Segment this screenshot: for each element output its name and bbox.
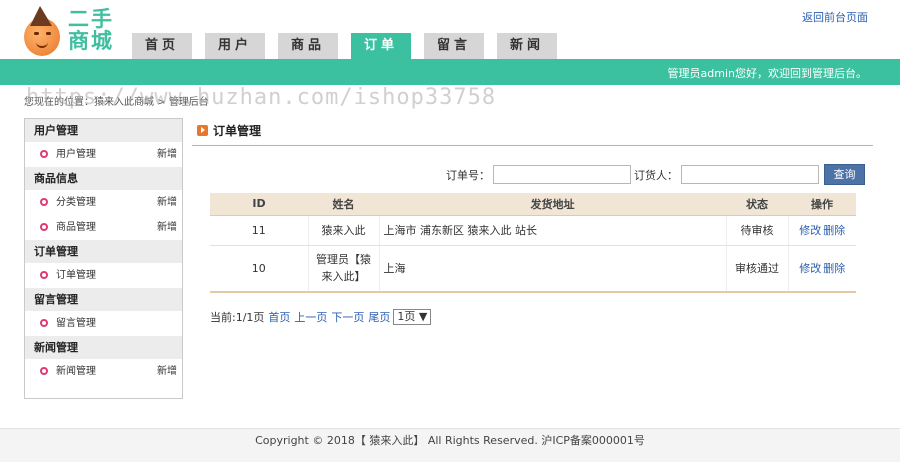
tab-messages[interactable]: 留言	[424, 33, 484, 59]
search-form: 订单号： 订货人： 查询	[446, 164, 865, 185]
bullet-icon	[40, 150, 48, 158]
sidebar-group-title: 用户管理	[25, 119, 182, 142]
logo[interactable]: 二手 商城	[22, 4, 132, 60]
sidebar-item-message-management[interactable]: 留言管理	[25, 311, 182, 336]
page-info: 当前:1/1页	[210, 311, 265, 324]
order-no-input[interactable]	[493, 165, 631, 184]
sidebar-group-users: 用户管理 用户管理 新增	[25, 119, 182, 167]
order-no-label: 订单号：	[446, 168, 490, 182]
bullet-icon	[40, 367, 48, 375]
play-arrow-icon	[197, 125, 208, 136]
bullet-icon	[40, 198, 48, 206]
sidebar-item-label[interactable]: 留言管理	[56, 318, 96, 329]
cell-name: 管理员【猿来入此】	[307, 245, 380, 293]
sidebar-add-user-link[interactable]: 新增	[157, 142, 177, 167]
edit-link[interactable]: 修改	[799, 262, 821, 275]
sidebar-item-label[interactable]: 分类管理	[56, 197, 96, 208]
header-bar: 管理员admin您好，欢迎回到管理后台。	[0, 59, 900, 85]
cell-status: 待审核	[725, 215, 789, 246]
watermark: https://www.huzhan.com/ishop33758	[26, 85, 497, 110]
pagination: 当前:1/1页 首页 上一页 下一页 尾页 1页 ▼	[210, 309, 432, 325]
sidebar-group-title: 新闻管理	[25, 336, 182, 359]
sidebar-group-orders: 订单管理 订单管理	[25, 240, 182, 288]
sidebar-group-title: 商品信息	[25, 167, 182, 190]
sidebar-item-news-management[interactable]: 新闻管理 新增	[25, 359, 182, 384]
page-select[interactable]: 1页 ▼	[393, 309, 432, 325]
first-page-link[interactable]: 首页	[268, 309, 290, 325]
tab-news[interactable]: 新闻	[497, 33, 557, 59]
delete-link[interactable]: 删除	[823, 224, 845, 237]
logo-hat-icon	[30, 6, 52, 26]
column-header-name: 姓名	[308, 193, 379, 216]
table-header-row: ID 姓名 发货地址 状态 操作	[210, 193, 856, 216]
table-row: 10 管理员【猿来入此】 上海 审核通过 修改 删除	[210, 245, 856, 293]
sidebar-item-label[interactable]: 商品管理	[56, 222, 96, 233]
top-nav: 首页 用户 商品 订单 留言 新闻	[132, 33, 570, 59]
tab-home[interactable]: 首页	[132, 33, 192, 59]
column-header-status: 状态	[726, 193, 788, 216]
buyer-label: 订货人：	[634, 168, 678, 182]
sidebar-item-user-management[interactable]: 用户管理 新增	[25, 142, 182, 167]
sidebar-group-products: 商品信息 分类管理 新增 商品管理 新增	[25, 167, 182, 240]
cell-name: 猿来入此	[307, 215, 380, 246]
sidebar-group-title: 留言管理	[25, 288, 182, 311]
tab-orders[interactable]: 订单	[351, 33, 411, 59]
footer: Copyright © 2018【 猿来入此】 All Rights Reser…	[0, 428, 900, 462]
prev-page-link[interactable]: 上一页	[294, 309, 327, 325]
table-row: 11 猿来入此 上海市 浦东新区 猿来入此 站长 待审核 修改 删除	[210, 215, 856, 246]
back-to-frontend-link[interactable]: 返回前台页面	[802, 9, 868, 25]
sidebar-item-category-management[interactable]: 分类管理 新增	[25, 190, 182, 215]
bullet-icon	[40, 319, 48, 327]
last-page-link[interactable]: 尾页	[368, 309, 390, 325]
column-header-actions: 操作	[788, 193, 856, 216]
column-header-id: ID	[210, 193, 308, 216]
sidebar-group-news: 新闻管理 新闻管理 新增	[25, 336, 182, 384]
edit-link[interactable]: 修改	[799, 224, 821, 237]
sidebar-item-label[interactable]: 新闻管理	[56, 366, 96, 377]
tab-users[interactable]: 用户	[205, 33, 265, 59]
cell-actions: 修改 删除	[788, 245, 856, 293]
cell-id: 10	[210, 245, 308, 293]
cell-id: 11	[210, 215, 308, 246]
sidebar-item-label[interactable]: 用户管理	[56, 149, 96, 160]
search-button[interactable]: 查询	[824, 164, 865, 185]
tab-products[interactable]: 商品	[278, 33, 338, 59]
bullet-icon	[40, 271, 48, 279]
sidebar-add-category-link[interactable]: 新增	[157, 190, 177, 215]
cell-address: 上海市 浦东新区 猿来入此 站长	[379, 215, 726, 246]
orders-table: ID 姓名 发货地址 状态 操作 11 猿来入此 上海市 浦东新区 猿来入此 站…	[210, 193, 856, 293]
cell-status: 审核通过	[725, 245, 789, 293]
sidebar-item-product-management[interactable]: 商品管理 新增	[25, 215, 182, 240]
sidebar-add-product-link[interactable]: 新增	[157, 215, 177, 240]
sidebar-group-title: 订单管理	[25, 240, 182, 263]
sidebar-item-order-management[interactable]: 订单管理	[25, 263, 182, 288]
sidebar-group-messages: 留言管理 留言管理	[25, 288, 182, 336]
column-header-address: 发货地址	[379, 193, 726, 216]
sidebar: 用户管理 用户管理 新增 商品信息 分类管理 新增 商品管理 新增 订单管理 订…	[24, 118, 183, 399]
buyer-input[interactable]	[681, 165, 819, 184]
sidebar-item-label[interactable]: 订单管理	[56, 270, 96, 281]
cell-actions: 修改 删除	[788, 215, 856, 246]
title-divider	[192, 145, 873, 146]
bullet-icon	[40, 223, 48, 231]
welcome-text: 管理员admin您好，欢迎回到管理后台。	[667, 67, 867, 80]
next-page-link[interactable]: 下一页	[331, 309, 364, 325]
logo-text: 二手 商城	[68, 7, 114, 53]
caret-down-icon: ▼	[418, 310, 428, 323]
page-title: 订单管理	[197, 122, 261, 139]
delete-link[interactable]: 删除	[823, 262, 845, 275]
cell-address: 上海	[379, 245, 726, 293]
sidebar-add-news-link[interactable]: 新增	[157, 359, 177, 384]
